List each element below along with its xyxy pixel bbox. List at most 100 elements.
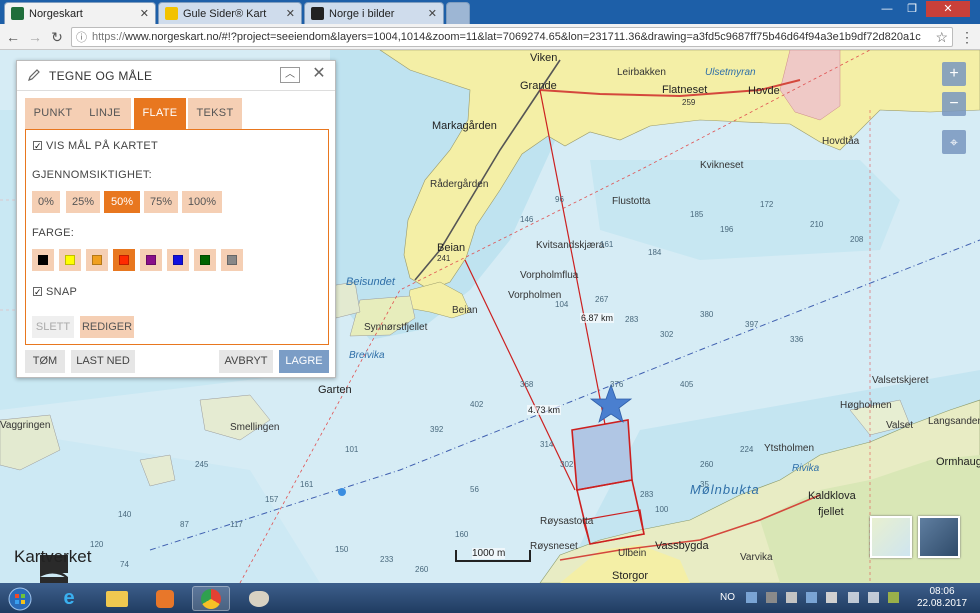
forward-arrow-icon[interactable]: →	[26, 28, 44, 46]
snap-checkbox[interactable]: ✓	[33, 287, 42, 297]
depth-sounding: 160	[455, 530, 469, 539]
close-tab-icon[interactable]: ✕	[140, 7, 149, 20]
close-panel-icon[interactable]: ✕	[311, 65, 327, 83]
edit-button[interactable]: REDIGER	[80, 316, 134, 338]
tab-tekst[interactable]: TEKST	[188, 98, 242, 129]
place-label: Beian	[437, 242, 466, 254]
network-icon[interactable]	[848, 592, 859, 603]
browser-menu-icon[interactable]: ⋮	[958, 28, 976, 46]
language-indicator[interactable]: NO	[720, 592, 735, 603]
place-label: Hovdtåa	[822, 136, 860, 147]
battery-icon[interactable]	[888, 592, 899, 603]
tab-flate[interactable]: FLATE	[134, 98, 186, 129]
place-label: Smellingen	[230, 422, 280, 433]
media-player-icon[interactable]	[146, 586, 184, 611]
clear-button[interactable]: TØM	[25, 350, 65, 373]
internet-explorer-icon[interactable]: e	[50, 586, 88, 611]
color-swatch-fill	[146, 255, 156, 265]
road-number-label: 259	[682, 98, 696, 107]
place-label: Vassbygda	[655, 540, 709, 552]
opacity-option-25[interactable]: 25%	[66, 191, 100, 213]
depth-sounding: 260	[415, 565, 429, 574]
tab-punkt[interactable]: PUNKT	[25, 98, 81, 129]
road-number-label: 241	[437, 254, 451, 263]
new-tab-button[interactable]	[446, 2, 470, 24]
depth-sounding: 245	[195, 460, 209, 469]
crosshair-icon[interactable]: ⌖	[942, 130, 966, 154]
volume-icon[interactable]	[868, 592, 879, 603]
download-button[interactable]: LAST NED	[71, 350, 135, 373]
snap-label: SNAP	[46, 286, 78, 298]
paint-icon[interactable]	[240, 586, 278, 611]
tab-label: Norgeskart	[29, 7, 83, 20]
tray-icon[interactable]	[746, 592, 757, 603]
browser-tab-norgeskart[interactable]: Norgeskart ✕	[4, 2, 156, 24]
save-button[interactable]: LAGRE	[279, 350, 329, 373]
show-measure-label: VIS MÅL PÅ KARTET	[46, 140, 159, 152]
opacity-option-100[interactable]: 100%	[182, 191, 222, 213]
browser-navigation-bar: ← → ↻ ⓘ https://www.norgeskart.no/#!?pro…	[0, 24, 980, 50]
depth-sounding: 368	[520, 380, 534, 389]
measure-label-line2: 4.73 km	[527, 405, 562, 415]
browser-tab-norge-i-bilder[interactable]: Norge i bilder ✕	[304, 2, 444, 24]
opacity-option-75[interactable]: 75%	[144, 191, 178, 213]
start-button-icon[interactable]	[2, 586, 38, 611]
place-label: Kaldklova	[808, 490, 856, 502]
color-swatch[interactable]	[221, 249, 243, 271]
opacity-option-50[interactable]: 50%	[104, 191, 140, 213]
close-tab-icon[interactable]: ✕	[286, 7, 295, 20]
zoom-out-button[interactable]: −	[942, 92, 966, 116]
maximize-window-icon[interactable]: ❐	[901, 1, 923, 17]
basemap-thumbnail-aerial[interactable]	[918, 516, 960, 558]
url-bar[interactable]: ⓘ https://www.norgeskart.no/#!?project=s…	[71, 27, 953, 47]
minimize-window-icon[interactable]: —	[876, 1, 898, 17]
opacity-option-0[interactable]: 0%	[32, 191, 60, 213]
color-swatch-fill	[38, 255, 48, 265]
basemap-thumbnail-map[interactable]	[870, 516, 912, 558]
place-label: Ytstholmen	[764, 443, 815, 454]
browser-tab-gule-sider[interactable]: Gule Sider® Kart ✕	[158, 2, 302, 24]
tab-linje[interactable]: LINJE	[79, 98, 131, 129]
tray-icon[interactable]	[766, 592, 777, 603]
file-explorer-icon[interactable]	[98, 586, 136, 611]
depth-sounding: 157	[265, 495, 279, 504]
place-label: Storgor	[612, 570, 649, 582]
tray-icon[interactable]	[786, 592, 797, 603]
place-label: Leirbakken	[617, 67, 666, 78]
cancel-button[interactable]: AVBRYT	[219, 350, 273, 373]
bookmark-star-icon[interactable]: ☆	[935, 29, 948, 46]
color-swatch[interactable]	[167, 249, 189, 271]
collapse-panel-button[interactable]: ︿	[280, 67, 300, 83]
close-window-icon[interactable]: ✕	[926, 1, 970, 17]
close-tab-icon[interactable]: ✕	[428, 7, 437, 20]
depth-sounding: 267	[595, 295, 609, 304]
show-measure-checkbox[interactable]: ✓	[33, 141, 42, 151]
color-swatch[interactable]	[140, 249, 162, 271]
depth-sounding: 208	[850, 235, 864, 244]
reload-icon[interactable]: ↻	[48, 28, 66, 46]
tray-icon[interactable]	[806, 592, 817, 603]
depth-sounding: 397	[745, 320, 759, 329]
delete-button[interactable]: SLETT	[32, 316, 74, 338]
color-swatch[interactable]	[32, 249, 54, 271]
back-arrow-icon[interactable]: ←	[4, 28, 22, 46]
depth-sounding: 283	[640, 490, 654, 499]
chrome-icon[interactable]	[192, 586, 230, 611]
color-swatch[interactable]	[59, 249, 81, 271]
zoom-in-button[interactable]: +	[942, 62, 966, 86]
color-swatch[interactable]	[86, 249, 108, 271]
tab-label: Gule Sider® Kart	[183, 7, 267, 20]
color-swatch[interactable]	[113, 249, 135, 271]
depth-sounding: 302	[560, 460, 574, 469]
place-label: Røysneset	[530, 541, 578, 552]
color-swatch[interactable]	[194, 249, 216, 271]
action-center-icon[interactable]	[826, 592, 837, 603]
depth-sounding: 184	[648, 248, 662, 257]
place-label: Vaggringen	[0, 420, 51, 431]
depth-sounding: 117	[230, 520, 243, 529]
flate-settings: ✓ VIS MÅL PÅ KARTET GJENNOMSIKTIGHET: 0%…	[25, 129, 329, 345]
system-clock[interactable]: 08:06 22.08.2017	[914, 586, 970, 610]
depth-sounding: 314	[540, 440, 554, 449]
place-label: Hovde	[748, 85, 780, 97]
page-info-icon[interactable]: ⓘ	[76, 29, 87, 45]
